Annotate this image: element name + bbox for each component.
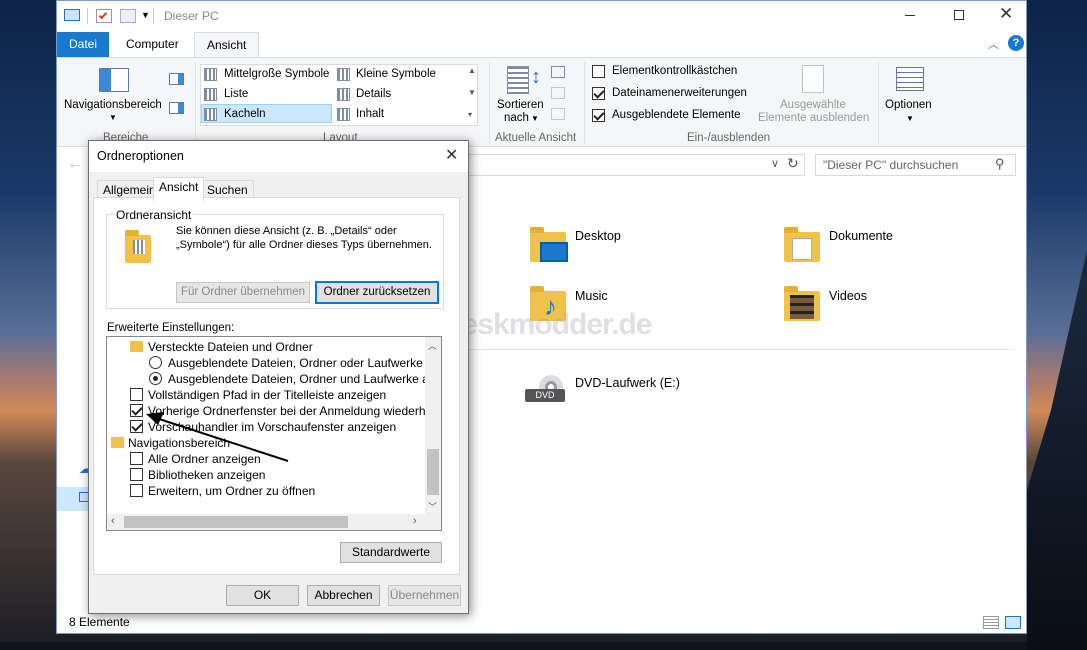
annotation-arrow — [146, 412, 289, 462]
tab-ansicht-dialog[interactable]: Ansicht — [153, 177, 205, 201]
